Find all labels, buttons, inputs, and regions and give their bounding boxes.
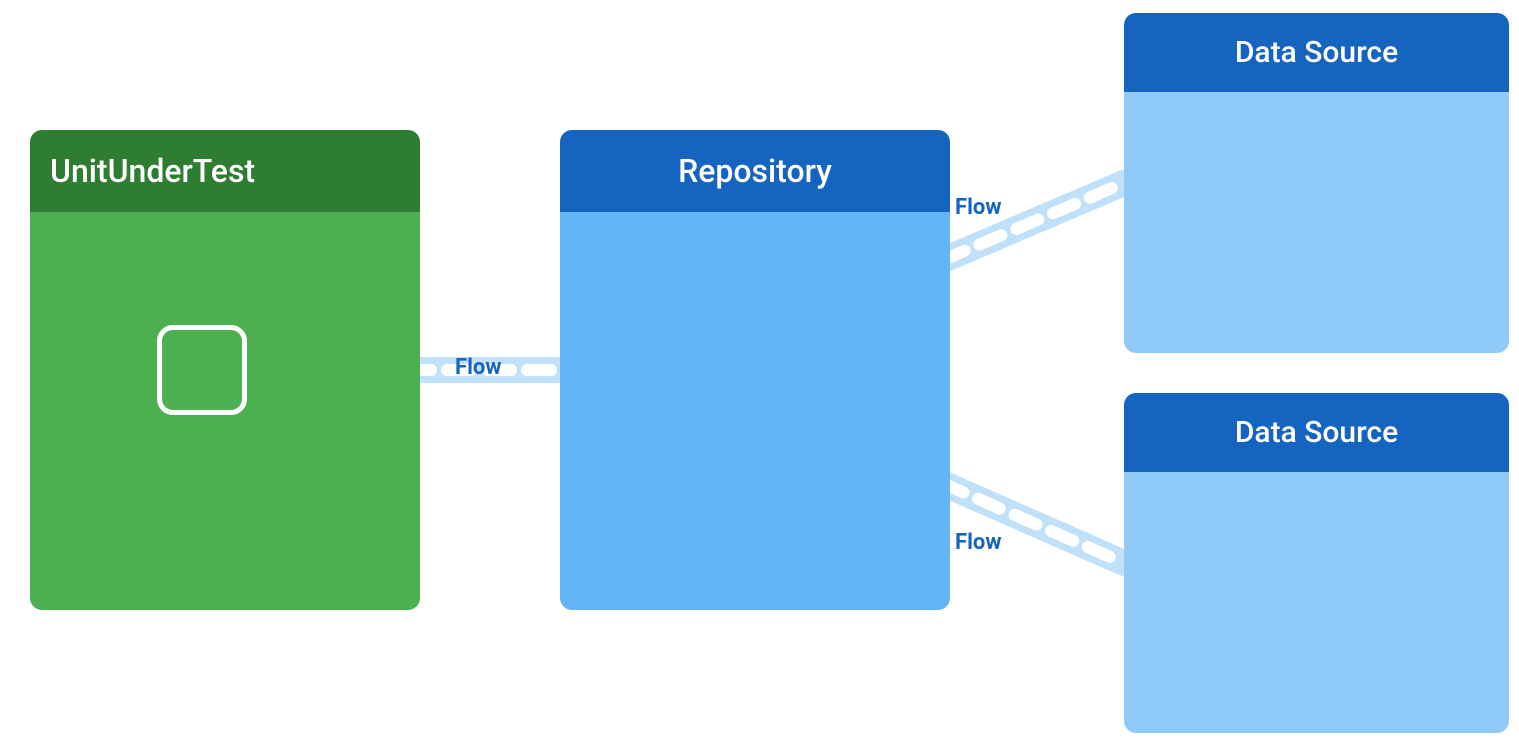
data-source-bottom-header: Data Source [1124, 393, 1509, 472]
data-source-bottom-title: Data Source [1235, 415, 1398, 450]
data-source-top-header: Data Source [1124, 13, 1509, 92]
data-source-top-box: Data Source [1124, 13, 1509, 353]
repository-title: Repository [678, 152, 832, 190]
flow-label-main: Flow [455, 355, 501, 380]
data-source-top-body [1124, 92, 1509, 353]
unit-under-test-header: UnitUnderTest [30, 130, 420, 212]
flow-label-top: Flow [955, 195, 1001, 220]
unit-under-test-title: UnitUnderTest [50, 152, 255, 190]
data-source-bottom-box: Data Source [1124, 393, 1509, 733]
flow-label-bottom: Flow [955, 530, 1001, 555]
repository-box: Repository [560, 130, 950, 610]
unit-square-icon [157, 325, 247, 415]
diagram-container: .dashed-line { fill: none; stroke: white… [0, 0, 1519, 741]
repository-body [560, 212, 950, 610]
repository-header: Repository [560, 130, 950, 212]
data-source-top-title: Data Source [1235, 35, 1398, 70]
data-source-bottom-body [1124, 472, 1509, 733]
